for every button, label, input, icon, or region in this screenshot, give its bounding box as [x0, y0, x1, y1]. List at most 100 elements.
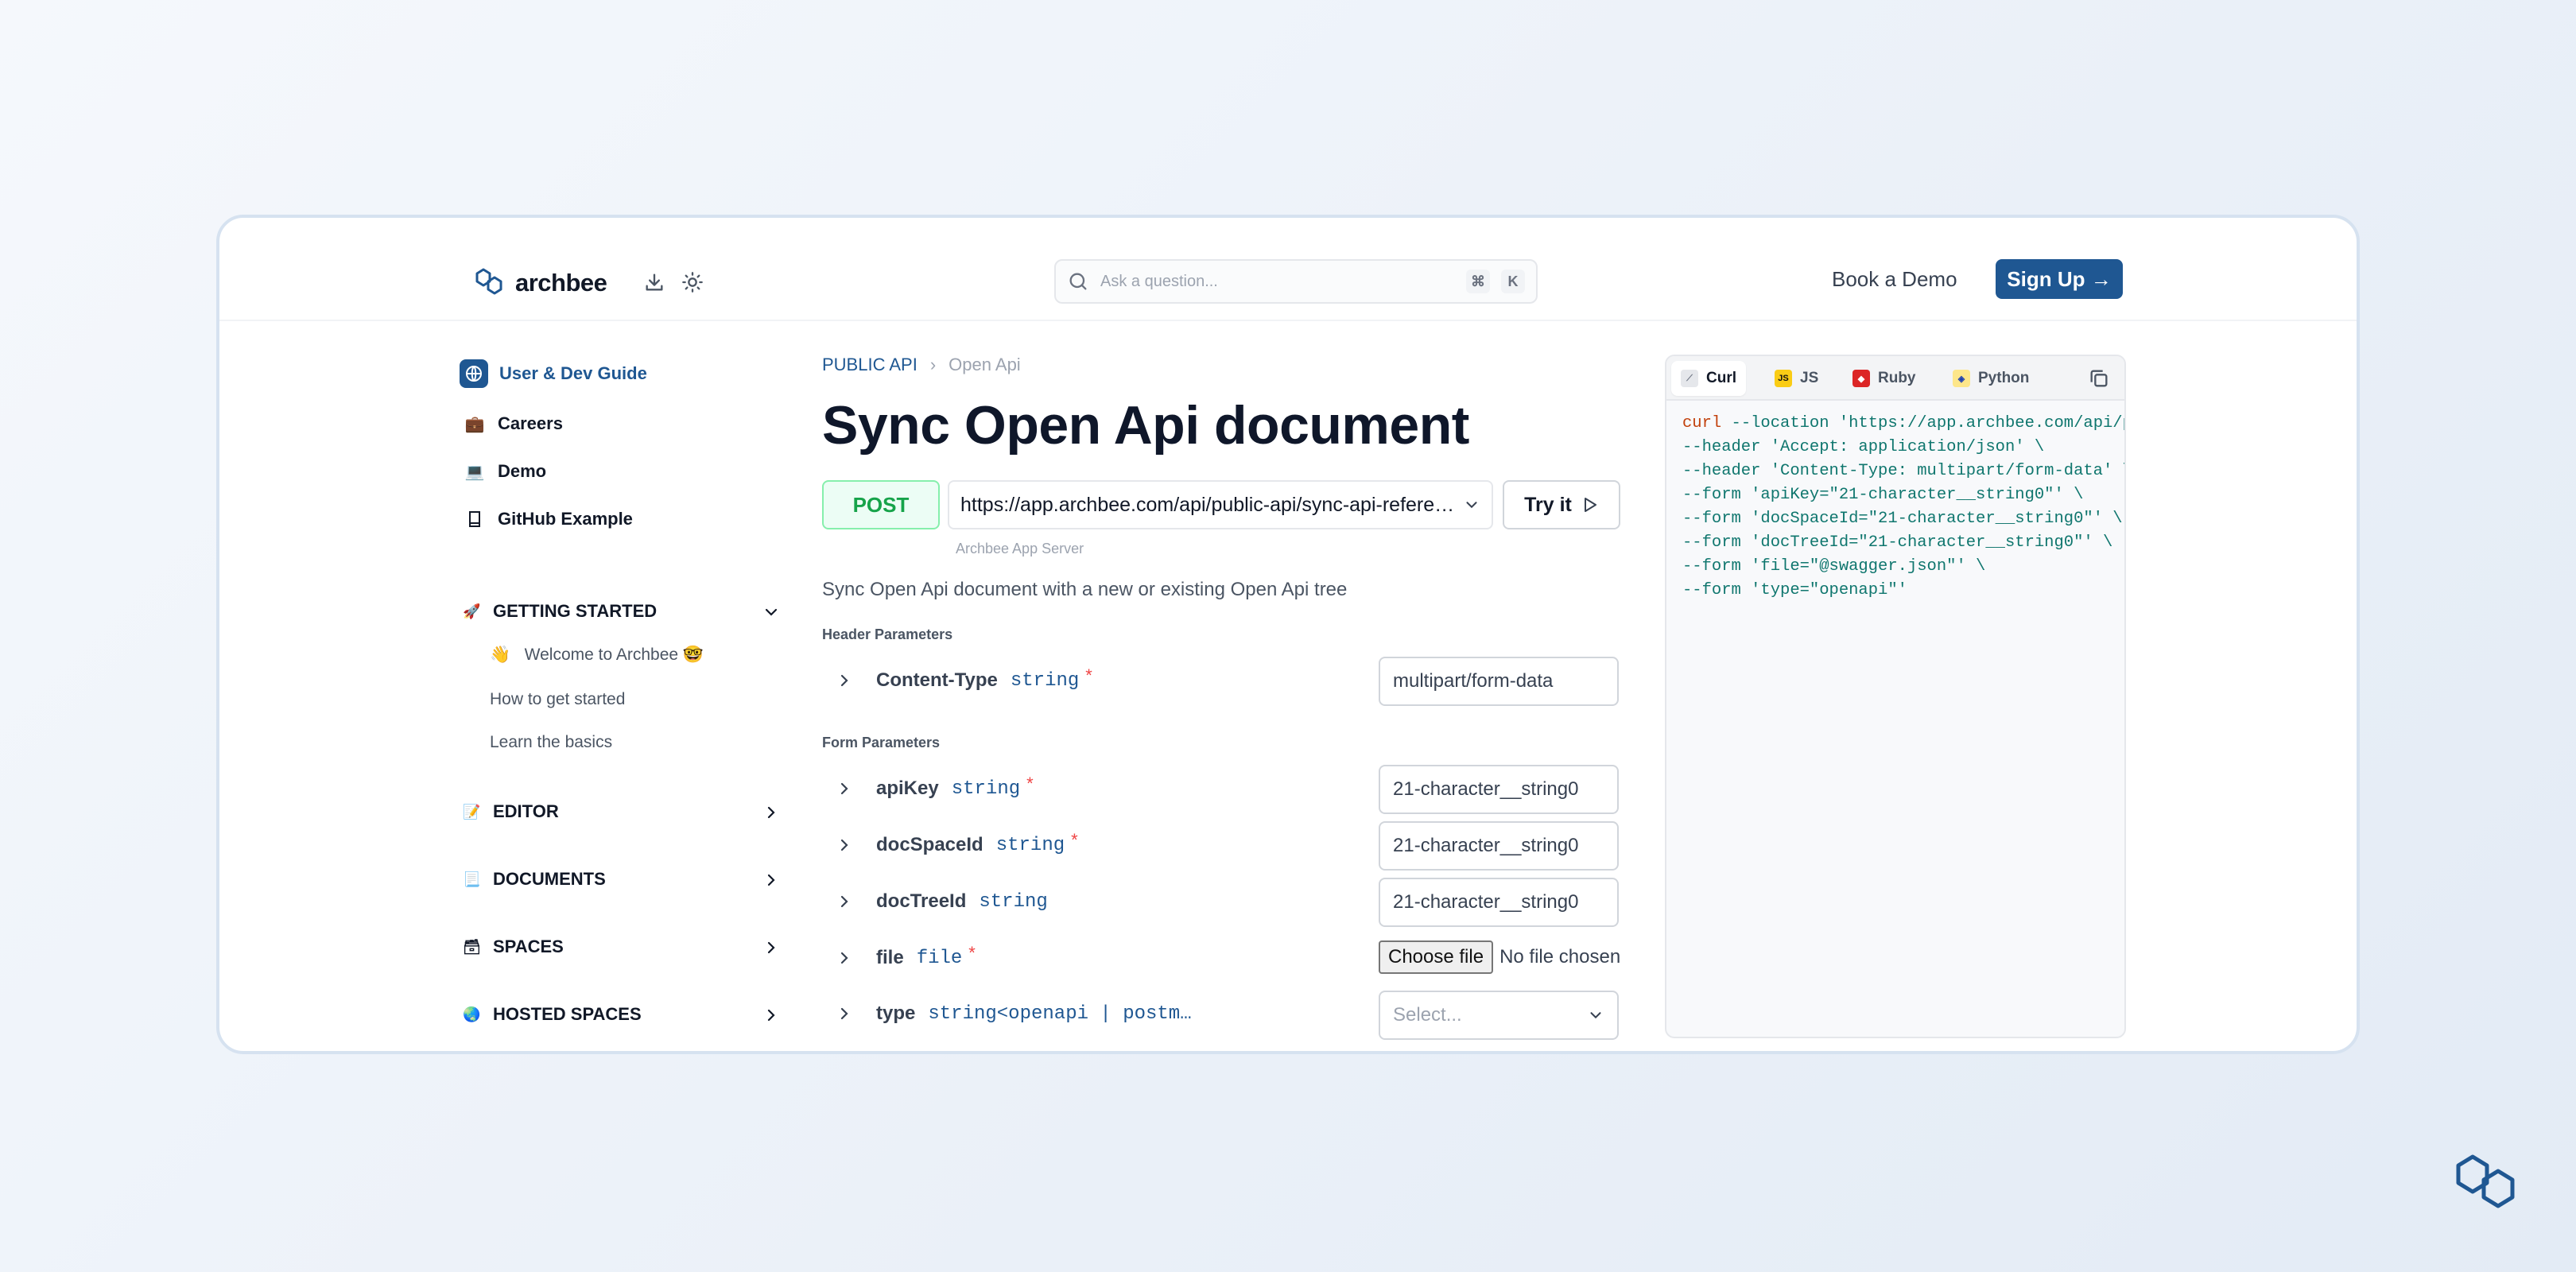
param-name: type	[876, 1002, 916, 1024]
param-content-type[interactable]: Content-Type string *	[835, 665, 1092, 692]
book-demo-link[interactable]: Book a Demo	[1832, 267, 1957, 292]
wave-icon: 👋	[490, 646, 511, 664]
required-marker: *	[1085, 665, 1092, 685]
code-sample-panel: ⟋ Curl JS JS ◆ Ruby ◈ Python curl --loca…	[1665, 355, 2126, 1038]
archbee-corner-logo-icon	[2456, 1154, 2515, 1208]
chevron-right-icon	[767, 874, 775, 886]
chevron-right-icon	[767, 1009, 775, 1022]
doc-tree-id-input[interactable]: 21-character__string0	[1379, 878, 1619, 927]
chevron-down-icon	[1466, 502, 1477, 509]
search-input[interactable]: Ask a question... ⌘ K	[1054, 259, 1538, 304]
breadcrumb-open-api[interactable]: Open Api	[949, 355, 1021, 375]
briefcase-icon: 💼	[464, 415, 485, 433]
breadcrumb-separator-icon: ›	[929, 355, 937, 374]
chevron-right-icon	[840, 674, 848, 687]
section-hosted-spaces[interactable]: 🌏 HOSTED SPACES	[463, 1004, 781, 1025]
section-label: HOSTED SPACES	[493, 1004, 642, 1024]
type-select[interactable]: Select...	[1379, 991, 1619, 1040]
param-doc-space-id[interactable]: docSpaceId string *	[835, 830, 1078, 856]
tab-label: Curl	[1706, 370, 1736, 386]
endpoint-url: https://app.archbee.com/api/public-api/s…	[960, 493, 1458, 516]
play-icon	[1584, 498, 1596, 512]
sidebar-item-learn-the-basics[interactable]: Learn the basics	[490, 733, 612, 752]
k-key: K	[1501, 270, 1525, 293]
copy-icon[interactable]	[2088, 367, 2110, 390]
param-type[interactable]: type string<openapi | postm…	[835, 1002, 1192, 1025]
required-marker: *	[968, 943, 976, 963]
endpoint-url-select[interactable]: https://app.archbee.com/api/public-api/s…	[948, 480, 1493, 529]
archbee-logo[interactable]: archbee	[472, 267, 607, 299]
param-name: docSpaceId	[876, 834, 983, 855]
code-block: curl --location 'https://app.archbee.com…	[1682, 412, 2126, 603]
param-file[interactable]: file file *	[835, 943, 976, 969]
tab-ruby[interactable]: ◆ Ruby	[1843, 361, 1926, 396]
section-getting-started[interactable]: 🚀 GETTING STARTED	[463, 601, 781, 622]
sidebar-link-label: GitHub Example	[498, 509, 633, 529]
choose-file-button[interactable]: Choose file	[1379, 940, 1494, 974]
memo-icon: 📝	[463, 803, 481, 820]
chevron-right-icon	[840, 952, 848, 964]
param-doc-tree-id[interactable]: docTreeId string	[835, 890, 1048, 913]
required-marker: *	[1071, 830, 1078, 850]
param-type: file	[916, 947, 963, 969]
section-documents[interactable]: 📃 DOCUMENTS	[463, 869, 781, 890]
sidebar-item-how-to-get-started[interactable]: How to get started	[490, 690, 625, 709]
download-icon[interactable]	[642, 270, 666, 294]
sidebar-link-github-example[interactable]: GitHub Example	[463, 507, 633, 531]
code-line: --header 'Accept: application/json' \	[1682, 438, 2045, 456]
tab-js[interactable]: JS JS	[1765, 361, 1828, 396]
server-label: Archbee App Server	[956, 541, 1084, 556]
try-it-label: Try it	[1524, 493, 1572, 516]
endpoint-description: Sync Open Api document with a new or exi…	[822, 579, 1348, 600]
tab-curl[interactable]: ⟋ Curl	[1671, 361, 1746, 396]
page-title: Sync Open Api document	[822, 395, 1469, 456]
sign-up-button[interactable]: Sign Up →	[1996, 259, 2123, 299]
top-bar: archbee Ask a question... ⌘ K Book a Dem…	[219, 218, 2357, 321]
content-type-input[interactable]: multipart/form-data	[1379, 657, 1619, 706]
chevron-right-icon	[767, 806, 775, 819]
ruby-icon: ◆	[1852, 370, 1870, 387]
code-line: --form 'apiKey="21-character__string0"' …	[1682, 486, 2084, 504]
code-keyword: curl	[1682, 414, 1722, 432]
param-type: string<openapi | postm…	[928, 1002, 1192, 1025]
sidebar-link-label: Demo	[498, 461, 547, 481]
sun-icon[interactable]	[681, 270, 704, 294]
tab-label: JS	[1800, 370, 1819, 386]
code-text: --location 'https://app.archbee.com/api/…	[1731, 414, 2124, 432]
tab-label: Python	[1978, 370, 2030, 386]
chevron-right-icon	[767, 941, 775, 954]
chevron-right-icon	[840, 895, 848, 908]
param-type: string	[995, 834, 1065, 856]
sidebar-link-demo[interactable]: 💻 Demo	[463, 460, 547, 483]
try-it-button[interactable]: Try it	[1503, 480, 1620, 529]
sidebar-item-welcome[interactable]: 👋 Welcome to Archbee 🤓	[490, 646, 704, 665]
sidebar-link-careers[interactable]: 💼 Careers	[463, 412, 563, 436]
code-line: --form 'docSpaceId="21-character__string…	[1682, 510, 2123, 528]
computer-icon: 💻	[464, 463, 485, 481]
form-params-label: Form Parameters	[822, 735, 941, 750]
api-key-input[interactable]: 21-character__string0	[1379, 765, 1619, 814]
param-type: string	[1010, 669, 1080, 692]
logo-text: archbee	[515, 269, 607, 297]
section-editor[interactable]: 📝 EDITOR	[463, 801, 781, 822]
section-label: DOCUMENTS	[493, 869, 606, 889]
sidebar-item-label: Welcome to Archbee 🤓	[524, 646, 704, 664]
param-api-key[interactable]: apiKey string *	[835, 774, 1034, 800]
archbee-logo-icon	[475, 268, 502, 295]
sidebar-link-label: User & Dev Guide	[499, 363, 647, 383]
header-params-label: Header Parameters	[822, 626, 953, 642]
doc-space-id-input[interactable]: 21-character__string0	[1379, 821, 1619, 871]
js-icon: JS	[1775, 370, 1792, 387]
param-type: string	[979, 890, 1048, 913]
sidebar-link-label: Careers	[498, 413, 563, 433]
rocket-icon: 🚀	[463, 603, 481, 619]
code-line: --header 'Content-Type: multipart/form-d…	[1682, 462, 2126, 480]
breadcrumb-public-api[interactable]: PUBLIC API	[822, 355, 918, 375]
sidebar-link-user-dev-guide[interactable]: User & Dev Guide	[460, 359, 647, 388]
command-key: ⌘	[1466, 270, 1490, 293]
section-spaces[interactable]: 🗃 SPACES	[463, 937, 781, 957]
code-language-tabs: ⟋ Curl JS JS ◆ Ruby ◈ Python	[1666, 356, 2124, 401]
section-label: EDITOR	[493, 801, 559, 821]
tab-python[interactable]: ◈ Python	[1943, 361, 2039, 396]
code-line: curl --location 'https://app.archbee.com…	[1682, 412, 2124, 436]
